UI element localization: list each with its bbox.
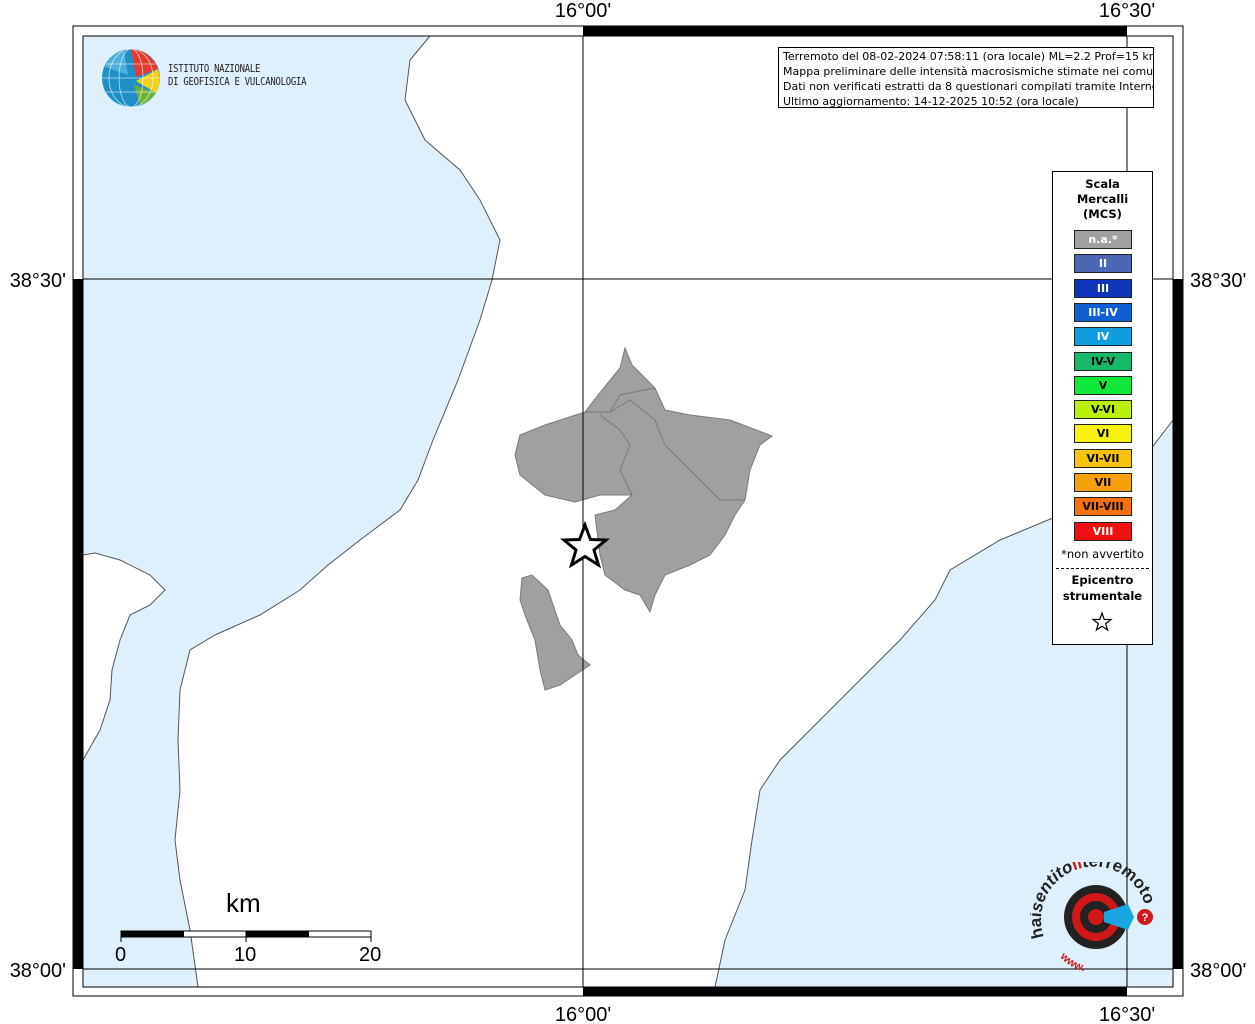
legend-swatch: IV [1074,327,1132,347]
ingv-name-line2: DI GEOFISICA E VULCANOLOGIA [168,76,307,88]
legend-title-line1: Scala [1085,177,1120,191]
legend-title-line2: Mercalli [1076,192,1129,206]
top-label-1630: 16°30' [1099,0,1155,22]
svg-text:?: ? [1142,912,1149,924]
bottom-label-1600: 16°00' [555,1004,611,1024]
legend-swatch: II [1074,254,1132,274]
legend-divider [1056,568,1149,569]
left-label-3830: 38°30' [10,270,66,292]
event-info-box: Terremoto del 08-02-2024 07:58:11 (ora l… [778,47,1154,108]
legend-epicentre-label: Epicentro strumentale [1053,572,1152,604]
mcs-legend: Scala Mercalli (MCS) n.a.* II III III-IV IV I… [1052,171,1153,645]
legend-swatch: VI [1074,424,1132,444]
event-info-line4: Ultimo aggiornamento: 14-12-2025 10:52 (… [783,95,1079,108]
haisentito-logo: haisentitoilterremoto.it www. ? [1030,862,1159,972]
legend-epicentre-line2: strumentale [1062,589,1143,603]
legend-epicentre-line1: Epicentro [1071,573,1134,587]
left-label-3800: 38°00' [10,960,66,982]
legend-swatch: IV-V [1074,351,1132,371]
legend-swatch: n.a.* [1074,230,1132,249]
legend-swatch: III [1074,278,1132,298]
legend-note: *non avvertito [1061,547,1144,561]
right-label-3830: 38°30' [1190,270,1246,292]
scale-tick-10: 10 [234,944,257,966]
ingv-name: ISTITUTO NAZIONALE DI GEOFISICA E VULCAN… [168,63,306,89]
haisentito-logo-www: www. [1057,950,1086,972]
legend-swatch: VII [1074,473,1132,492]
scale-unit: km [226,888,261,918]
ingv-logo: ISTITUTO NAZIONALE DI GEOFISICA E VULCAN… [100,47,330,111]
legend-swatch: III-IV [1074,302,1132,322]
legend-swatch: V [1074,375,1132,395]
legend-swatch: VII-VIII [1074,497,1132,517]
legend-title: Scala Mercalli (MCS) [1053,177,1152,222]
ingv-globe-icon [102,48,160,108]
top-label-1600: 16°00' [555,0,611,22]
right-label-3800: 38°00' [1190,960,1246,982]
scale-tick-0: 0 [115,944,127,966]
bottom-label-1630: 16°30' [1099,1004,1155,1024]
legend-swatch: VI-VII [1074,448,1132,468]
legend-swatch: V-VI [1074,400,1132,420]
ingv-name-line1: ISTITUTO NAZIONALE [168,63,261,75]
legend-title-line3: (MCS) [1083,207,1122,221]
legend-star-icon [1091,611,1113,632]
scale-tick-20: 20 [359,944,382,966]
event-info-line3: Dati non verificati estratti da 8 questi… [783,80,1154,93]
legend-swatch: VIII [1074,521,1132,541]
event-info-line2: Mappa preliminare delle intensità macros… [783,65,1154,78]
event-info-line1: Terremoto del 08-02-2024 07:58:11 (ora l… [783,50,1154,63]
